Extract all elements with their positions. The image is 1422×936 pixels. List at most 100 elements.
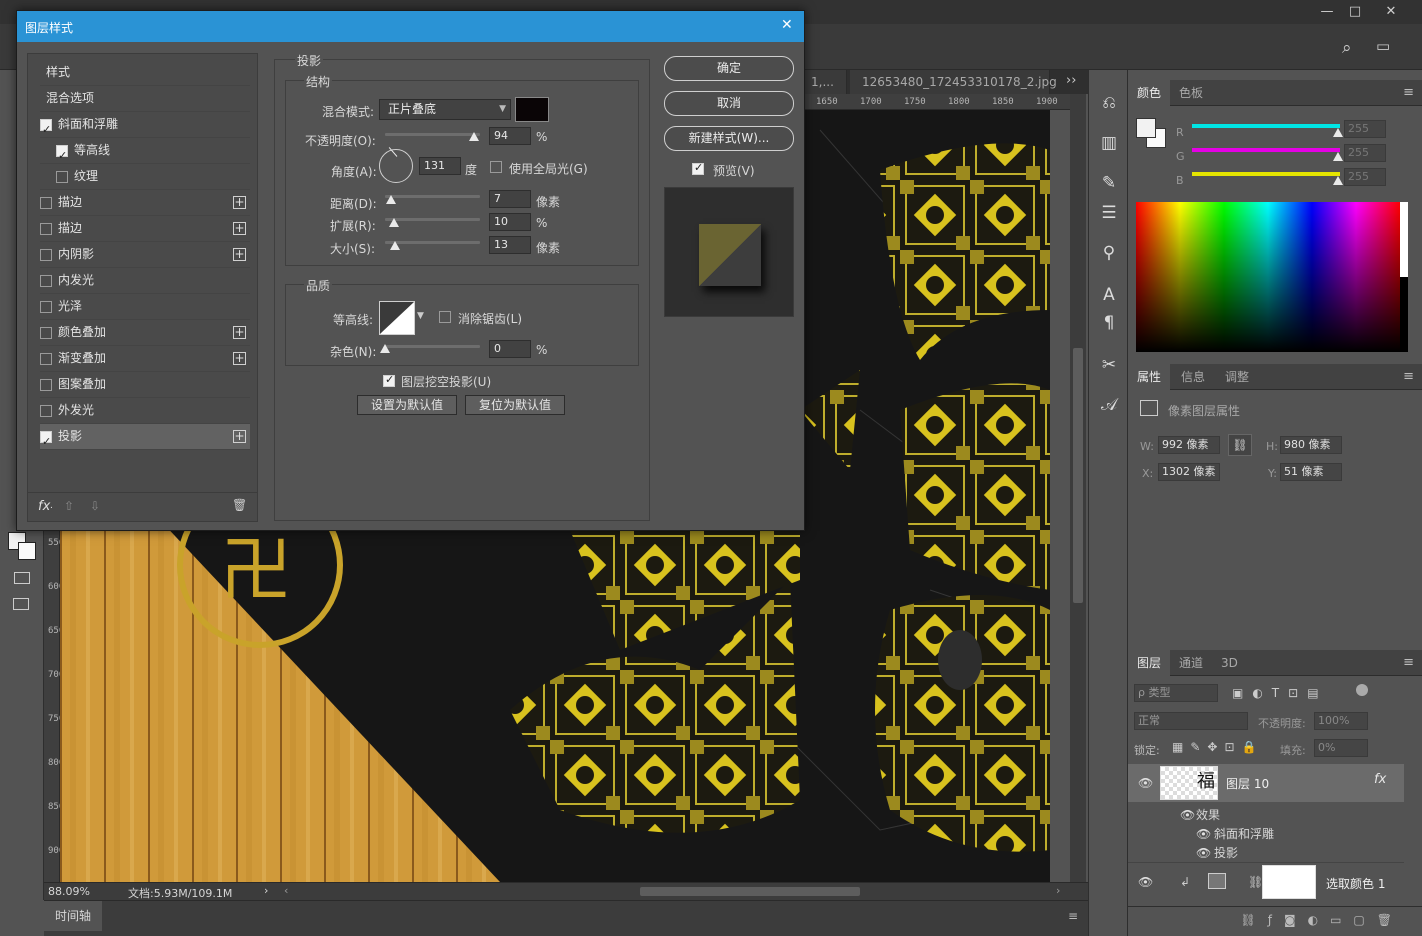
filter-toggle-icon[interactable]: [1356, 684, 1368, 696]
mask-link-icon[interactable]: ⛓: [1248, 875, 1263, 889]
tab-info[interactable]: 信息: [1172, 364, 1214, 390]
layer-row-layer10[interactable]: 👁 福 图层 10 fx: [1128, 764, 1404, 802]
global-light-checkbox[interactable]: [490, 161, 502, 173]
style-item[interactable]: 图案叠加: [40, 372, 250, 398]
visibility-eye-icon[interactable]: 👁: [1138, 875, 1153, 889]
width-field[interactable]: 992 像素: [1158, 436, 1220, 454]
new-style-button[interactable]: 新建样式(W)...: [664, 126, 794, 151]
clone-source-icon[interactable]: ⚲: [1095, 240, 1123, 266]
tab-adjustments[interactable]: 调整: [1216, 364, 1258, 390]
contour-picker[interactable]: [379, 301, 415, 335]
doc-tab-2[interactable]: 12653480_172453310178_2.jpg: [850, 70, 1057, 94]
tab-overflow-icon[interactable]: ››: [1066, 73, 1076, 88]
color-spectrum[interactable]: [1136, 202, 1400, 352]
effect-eye-icon[interactable]: 👁: [1196, 827, 1211, 841]
knockout-checkbox[interactable]: [383, 373, 395, 387]
style-checkbox[interactable]: [40, 327, 52, 339]
move-down-icon[interactable]: ⇩: [90, 499, 100, 513]
delete-effect-icon[interactable]: 🗑: [232, 498, 247, 512]
style-item[interactable]: 内阴影 +: [40, 242, 250, 268]
style-item[interactable]: 渐变叠加 +: [40, 346, 250, 372]
search-icon[interactable]: ⌕: [1342, 38, 1352, 58]
quick-mask-icon[interactable]: [14, 572, 30, 584]
channel-slider[interactable]: [1192, 148, 1340, 152]
style-item[interactable]: 光泽: [40, 294, 250, 320]
channel-slider-handle[interactable]: [1333, 176, 1343, 185]
tool-presets-icon[interactable]: ✂: [1095, 352, 1123, 378]
spectrum-white-strip[interactable]: [1400, 202, 1408, 277]
distance-slider[interactable]: [385, 195, 480, 198]
add-effect-button[interactable]: +: [233, 352, 246, 365]
anti-alias-label[interactable]: 消除锯齿(L): [458, 310, 522, 327]
add-effect-button[interactable]: +: [233, 222, 246, 235]
style-item[interactable]: 内发光: [40, 268, 250, 294]
angle-field[interactable]: 131: [419, 157, 461, 175]
opacity-slider[interactable]: [385, 133, 480, 136]
layer-fx-badge[interactable]: fx: [1374, 772, 1386, 787]
maximize-button[interactable]: □: [1340, 2, 1370, 22]
spread-slider[interactable]: [385, 218, 480, 221]
style-checkbox[interactable]: [40, 353, 52, 365]
ok-button[interactable]: 确定: [664, 56, 794, 81]
layer-opacity-field[interactable]: 100%: [1314, 712, 1368, 730]
style-item[interactable]: 描边 +: [40, 190, 250, 216]
character-icon[interactable]: A: [1095, 282, 1123, 308]
layers-footer-icons[interactable]: ⛓ƒ◙◐▭▢🗑: [1128, 906, 1422, 936]
y-position-field[interactable]: 51 像素: [1280, 463, 1342, 481]
fill-field[interactable]: 0%: [1314, 739, 1368, 757]
layers-panel-menu-icon[interactable]: ≡: [1403, 655, 1414, 670]
x-position-field[interactable]: 1302 像素: [1158, 463, 1220, 481]
brush-settings-icon[interactable]: ☰: [1095, 200, 1123, 226]
style-checkbox[interactable]: [40, 379, 52, 391]
move-up-icon[interactable]: ⇧: [64, 499, 74, 513]
reset-default-button[interactable]: 复位为默认值: [465, 395, 565, 415]
layer-name[interactable]: 选取颜色 1: [1326, 875, 1385, 892]
style-checkbox[interactable]: [56, 171, 68, 183]
tab-layers[interactable]: 图层: [1128, 650, 1171, 676]
style-checkbox[interactable]: [40, 275, 52, 287]
doc-tab-1[interactable]: 1,...: [799, 70, 847, 94]
cancel-button[interactable]: 取消: [664, 91, 794, 116]
spread-slider-handle[interactable]: [389, 218, 399, 227]
scroll-left-arrow[interactable]: ‹: [284, 884, 288, 897]
tab-swatches[interactable]: 色板: [1170, 80, 1212, 106]
workspace-arrange-icon[interactable]: ▭: [1376, 37, 1390, 55]
minimize-button[interactable]: —: [1312, 2, 1342, 22]
style-item[interactable]: 描边 +: [40, 216, 250, 242]
channel-slider-handle[interactable]: [1333, 128, 1343, 137]
channel-value-field[interactable]: 255: [1344, 120, 1386, 138]
noise-slider[interactable]: [385, 345, 480, 348]
size-field[interactable]: 13: [489, 236, 531, 254]
layer-row-selective-color[interactable]: 👁 ↲ ⛓ 选取颜色 1: [1128, 862, 1404, 900]
angle-dial[interactable]: [379, 147, 413, 183]
status-menu-arrow[interactable]: ›: [264, 884, 268, 897]
tab-channels[interactable]: 通道: [1170, 650, 1212, 676]
zoom-level[interactable]: 88.09%: [48, 885, 90, 898]
opacity-slider-handle[interactable]: [469, 132, 480, 141]
glyphs-icon[interactable]: 𝒜: [1095, 392, 1123, 418]
style-checkbox[interactable]: [40, 117, 52, 142]
tab-properties[interactable]: 属性: [1128, 364, 1171, 390]
style-item[interactable]: 投影 +: [40, 424, 250, 454]
global-light-label[interactable]: 使用全局光(G): [509, 160, 588, 177]
knockout-label[interactable]: 图层挖空投影(U): [401, 373, 491, 390]
channel-value-field[interactable]: 255: [1344, 144, 1386, 162]
contour-chevron-down-icon[interactable]: ▼: [417, 311, 424, 321]
vertical-scrollbar[interactable]: [1070, 94, 1086, 882]
style-checkbox[interactable]: [40, 301, 52, 313]
dialog-close-button[interactable]: ✕: [781, 17, 793, 33]
fx-menu-button[interactable]: fx: [38, 499, 50, 514]
blend-mode-dropdown[interactable]: 正常: [1134, 712, 1248, 730]
properties-panel-menu-icon[interactable]: ≡: [1403, 369, 1414, 384]
distance-field[interactable]: 7: [489, 190, 531, 208]
blend-mode-select[interactable]: 正片叠底 ▼: [379, 99, 511, 120]
effect-eye-icon[interactable]: 👁: [1196, 846, 1211, 860]
layer-mask-thumbnail[interactable]: [1262, 865, 1316, 899]
layer-name[interactable]: 图层 10: [1226, 775, 1269, 792]
distance-slider-handle[interactable]: [386, 195, 396, 204]
channel-slider[interactable]: [1192, 124, 1340, 128]
add-effect-button[interactable]: +: [233, 196, 246, 209]
histogram-icon[interactable]: ▥: [1095, 130, 1123, 156]
visibility-eye-icon[interactable]: 👁: [1138, 776, 1153, 790]
horizontal-scroll-thumb[interactable]: [640, 887, 860, 896]
